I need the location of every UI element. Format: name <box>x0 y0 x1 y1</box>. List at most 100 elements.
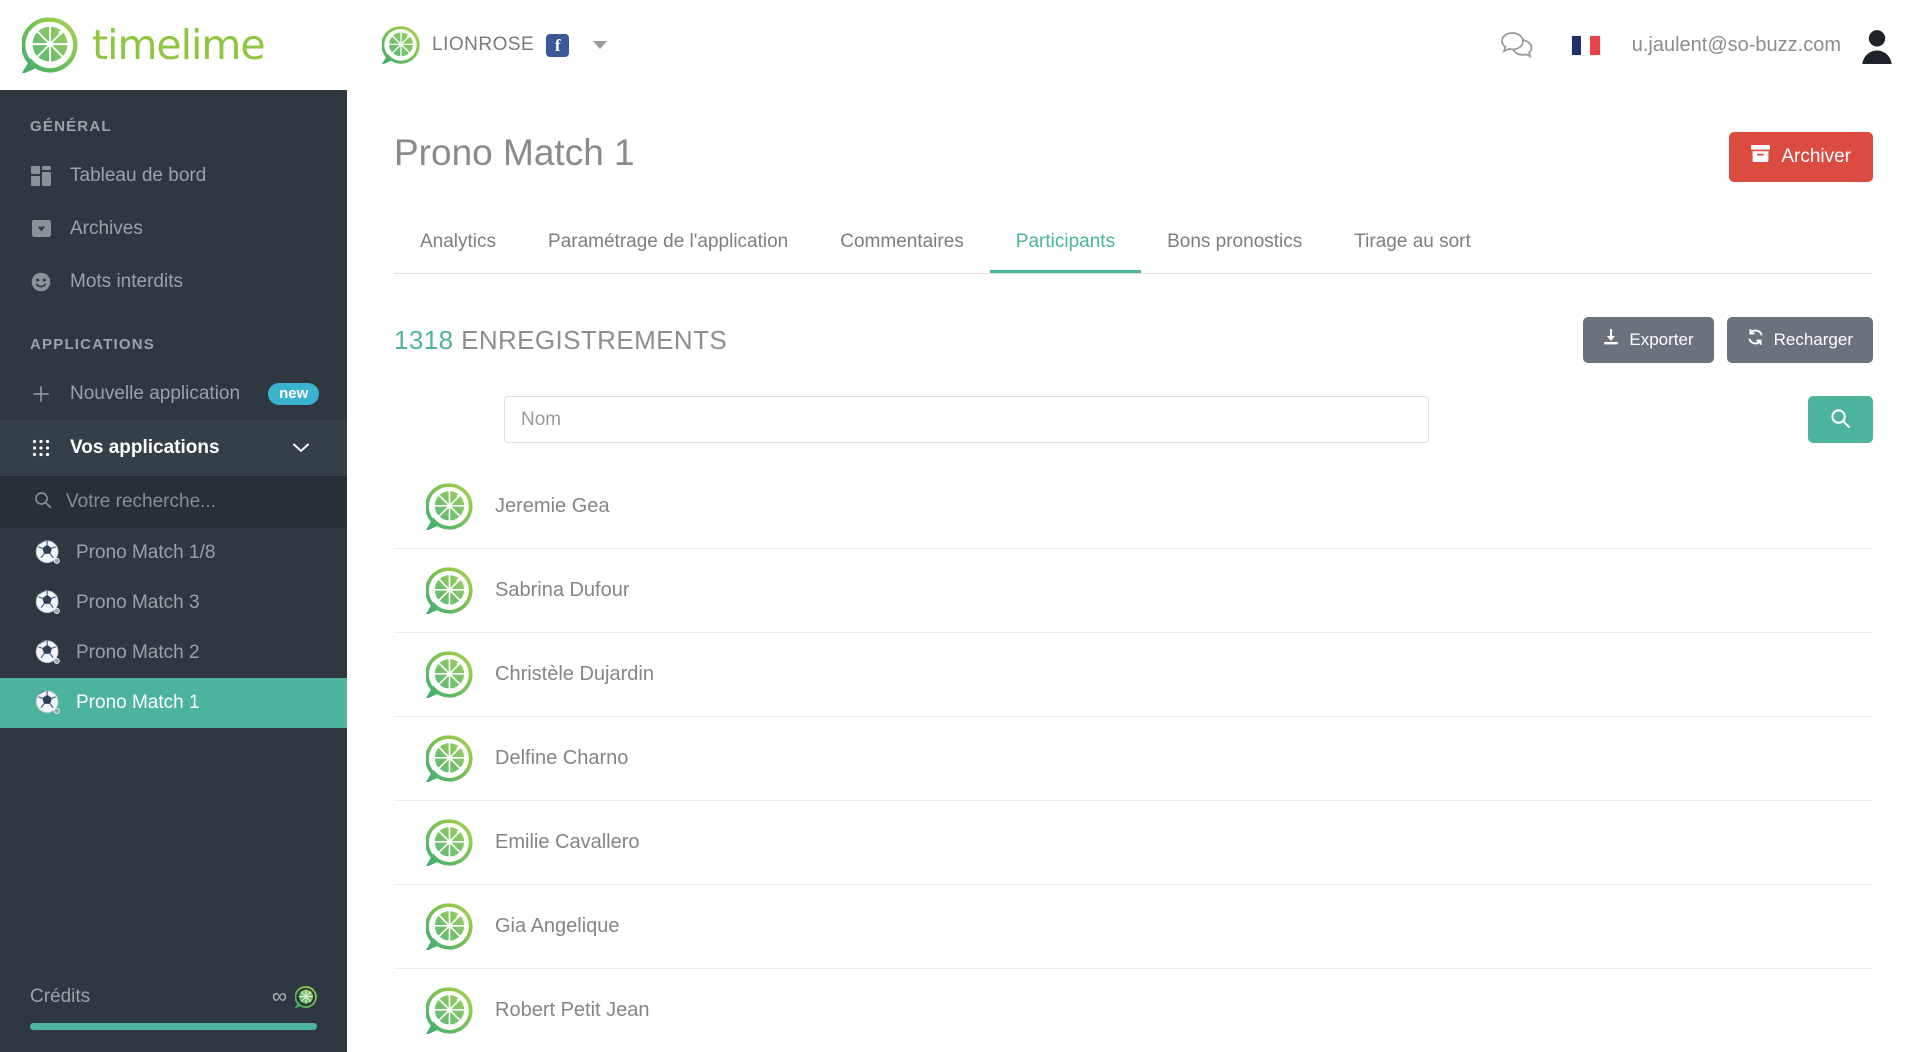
search-icon <box>34 491 52 514</box>
credits-block: Crédits ∞ <box>0 985 347 1052</box>
tab-tirage-au-sort[interactable]: Tirage au sort <box>1328 219 1497 273</box>
sidebar-item-archives[interactable]: Archives <box>0 202 347 255</box>
soccer-ball-icon <box>34 639 62 667</box>
sidebar-item-mots-interdits[interactable]: Mots interdits <box>0 255 347 308</box>
list-item[interactable]: Delfine Charno <box>394 717 1873 801</box>
participants-list: Jeremie Gea Sabrina Dufour Christèle Dujar… <box>394 465 1873 1052</box>
body-row: GÉNÉRAL Tableau de bord Archives Mots in… <box>0 90 1920 1052</box>
app-root: timelime LIONROSE f u.jaulent@so-buzz.co… <box>0 0 1920 1052</box>
facebook-icon: f <box>546 33 570 57</box>
credits-value: ∞ <box>272 985 287 1008</box>
lime-logo-icon <box>426 819 473 866</box>
brand-name: timelime <box>92 21 266 69</box>
records-actions: Exporter Recharger <box>1583 317 1873 363</box>
sidebar-item-vos-applications[interactable]: Vos applications <box>0 420 347 476</box>
sidebar-section-applications: APPLICATIONS <box>30 336 155 353</box>
soccer-ball-icon <box>34 689 62 717</box>
records-row: 1318 ENREGISTREMENTS Exporter Recharger <box>394 317 1873 363</box>
comments-icon[interactable] <box>1474 31 1560 59</box>
list-item[interactable]: Sabrina Dufour <box>394 549 1873 633</box>
sidebar-item-label: Tableau de bord <box>70 164 207 186</box>
sidebar-search-input[interactable] <box>66 491 296 513</box>
reload-button[interactable]: Recharger <box>1726 317 1873 363</box>
list-item[interactable]: Christèle Dujardin <box>394 633 1873 717</box>
sidebar: GÉNÉRAL Tableau de bord Archives Mots in… <box>0 90 347 1052</box>
list-item[interactable]: Jeremie Gea <box>394 465 1873 549</box>
brand-logo-area[interactable]: timelime <box>0 17 347 73</box>
records-summary: 1318 ENREGISTREMENTS <box>394 325 727 356</box>
sidebar-search[interactable] <box>0 476 347 528</box>
soccer-ball-icon <box>34 539 62 567</box>
sidebar-item-label: Mots interdits <box>70 270 183 292</box>
sidebar-item-label: Vos applications <box>70 437 220 458</box>
grid-icon <box>30 439 52 457</box>
participant-name: Sabrina Dufour <box>495 579 630 601</box>
participant-name: Emilie Cavallero <box>495 831 640 853</box>
name-filter-input[interactable] <box>504 396 1429 443</box>
export-button[interactable]: Exporter <box>1583 317 1714 363</box>
list-item[interactable]: Emilie Cavallero <box>394 801 1873 885</box>
records-count-label: ENREGISTREMENTS <box>461 324 728 355</box>
tab-participants[interactable]: Participants <box>989 219 1142 273</box>
list-item[interactable]: Gia Angelique <box>394 885 1873 969</box>
lime-logo-icon <box>382 26 420 64</box>
soccer-ball-icon <box>34 589 62 617</box>
sidebar-item-label: Nouvelle application <box>70 382 241 404</box>
download-icon <box>1603 329 1619 350</box>
reload-button-label: Recharger <box>1773 329 1853 349</box>
search-submit-button[interactable] <box>1808 396 1873 443</box>
lime-logo-icon <box>295 986 317 1008</box>
user-avatar-icon[interactable] <box>1858 26 1896 64</box>
sidebar-app-prono-match-1[interactable]: Prono Match 1 <box>0 678 347 728</box>
archive-icon <box>30 219 52 238</box>
lime-logo-icon <box>426 903 473 950</box>
search-icon <box>1830 408 1851 432</box>
list-item[interactable]: Robert Petit Jean <box>394 969 1873 1052</box>
lime-logo-icon <box>426 735 473 782</box>
export-button-label: Exporter <box>1629 329 1694 349</box>
main-header: Prono Match 1 Archiver <box>394 90 1873 182</box>
credits-progress-fill <box>30 1023 317 1030</box>
participant-name: Robert Petit Jean <box>495 999 650 1021</box>
tab-parametrage[interactable]: Paramétrage de l'application <box>522 219 814 273</box>
sidebar-item-nouvelle-application[interactable]: Nouvelle application new <box>0 367 347 420</box>
new-badge: new <box>268 382 320 405</box>
lime-logo-icon <box>426 651 473 698</box>
archive-button[interactable]: Archiver <box>1729 132 1873 182</box>
lime-logo-icon <box>426 567 473 614</box>
lime-logo-icon <box>22 17 78 73</box>
filter-row <box>394 396 1873 443</box>
sidebar-section-general: GÉNÉRAL <box>30 118 112 135</box>
sidebar-item-tableau-de-bord[interactable]: Tableau de bord <box>0 149 347 202</box>
dashboard-icon <box>30 165 52 186</box>
sidebar-app-prono-match-1-8[interactable]: Prono Match 1/8 <box>0 528 347 578</box>
top-bar-right: u.jaulent@so-buzz.com <box>1474 26 1920 64</box>
sidebar-app-label: Prono Match 3 <box>76 592 200 613</box>
caret-down-icon[interactable] <box>593 41 608 49</box>
participant-name: Christèle Dujardin <box>495 663 654 685</box>
credits-label: Crédits <box>30 986 91 1007</box>
lime-logo-icon <box>426 483 473 530</box>
participant-name: Jeremie Gea <box>495 495 610 517</box>
sidebar-app-label: Prono Match 1/8 <box>76 542 216 563</box>
facebook-letter: f <box>554 35 561 55</box>
page-selector[interactable]: LIONROSE f <box>382 26 608 64</box>
credits-value-area: ∞ <box>272 985 317 1009</box>
sidebar-app-prono-match-2[interactable]: Prono Match 2 <box>0 628 347 678</box>
tab-bons-pronostics[interactable]: Bons pronostics <box>1141 219 1328 273</box>
french-flag-icon[interactable] <box>1571 35 1600 55</box>
chevron-down-icon[interactable] <box>293 437 309 459</box>
sidebar-app-label: Prono Match 2 <box>76 642 200 663</box>
lime-logo-icon <box>426 987 473 1034</box>
archive-button-label: Archiver <box>1781 145 1851 167</box>
main-content: Prono Match 1 Archiver Analytics Paramét… <box>347 90 1920 1052</box>
participant-name: Gia Angelique <box>495 915 620 937</box>
user-email[interactable]: u.jaulent@so-buzz.com <box>1632 34 1841 57</box>
credits-progress-bar <box>30 1023 317 1030</box>
tab-commentaires[interactable]: Commentaires <box>814 219 990 273</box>
tab-analytics[interactable]: Analytics <box>394 219 522 273</box>
refresh-icon <box>1747 329 1764 350</box>
sidebar-item-label: Archives <box>70 217 143 239</box>
sidebar-app-prono-match-3[interactable]: Prono Match 3 <box>0 578 347 628</box>
smiley-icon <box>30 272 52 292</box>
